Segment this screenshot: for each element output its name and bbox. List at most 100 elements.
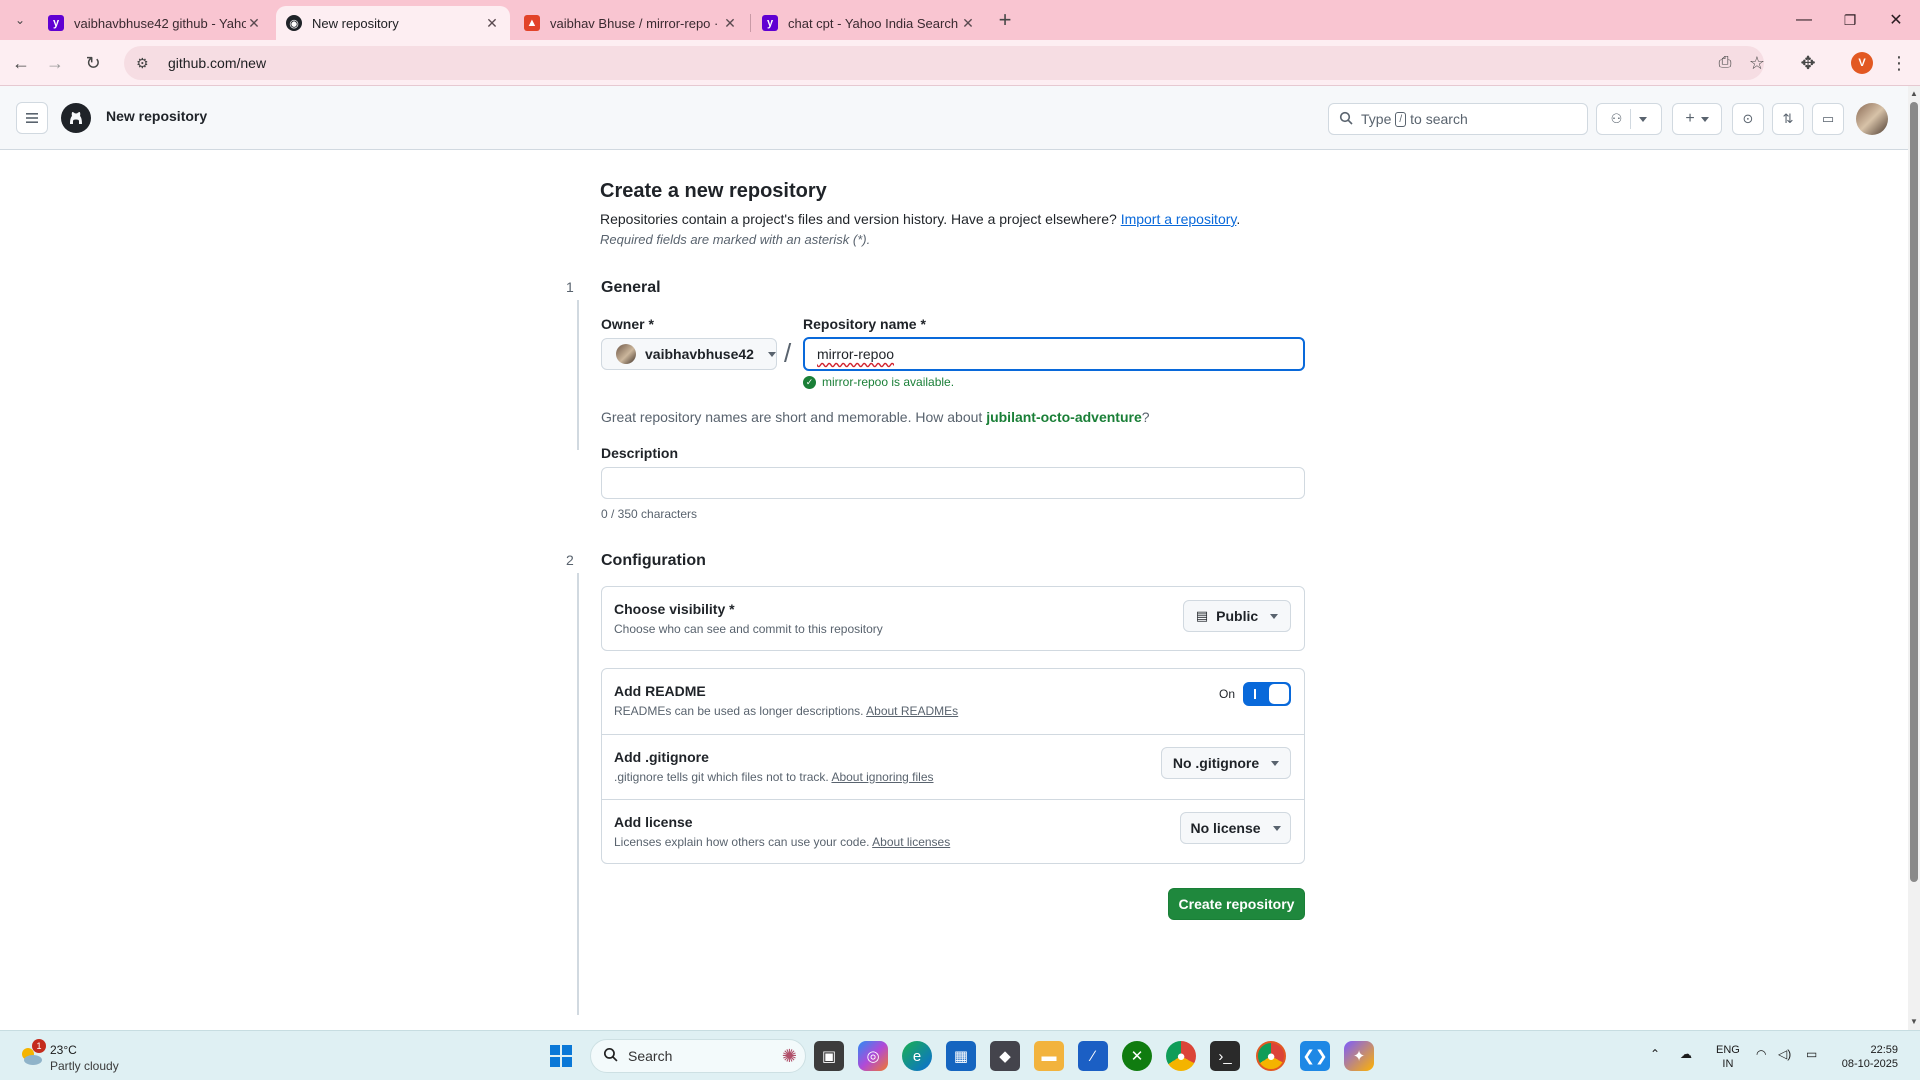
scroll-down-arrow-icon[interactable]: ▼ [1908,1016,1920,1028]
section-heading-configuration: Configuration [601,552,706,569]
taskbar-search[interactable]: Search ✺ [590,1039,806,1073]
page-subtitle: Repositories contain a project's files a… [600,211,1241,227]
clock-time: 22:59 [1870,1044,1898,1056]
about-ignoring-files-link[interactable]: About ignoring files [831,770,933,784]
unity-hub-icon[interactable]: ◆ [990,1041,1020,1071]
search-icon [603,1047,618,1065]
issues-icon[interactable]: ⊙ [1732,103,1764,135]
tab-new-repository[interactable]: ◉ New repository ✕ [276,6,510,40]
xbox-icon[interactable]: ✕ [1122,1041,1152,1071]
minimize-icon[interactable]: — [1781,0,1827,40]
owner-value: vaibhavbhuse42 [645,346,754,362]
hamburger-menu-icon[interactable] [16,102,48,134]
chrome-profile-icon[interactable]: ● [1256,1041,1286,1071]
window-close-icon[interactable]: ✕ [1873,0,1919,40]
terminal-icon[interactable]: ›_ [1210,1041,1240,1071]
restore-icon[interactable]: ❐ [1827,0,1873,40]
tab-title: vaibhav Bhuse / mirror-repo · G [550,15,722,31]
check-circle-icon: ✓ [803,375,816,389]
inbox-icon[interactable]: ▭ [1812,103,1844,135]
language-indicator[interactable]: ENG IN [1716,1043,1740,1071]
github-logo-icon[interactable] [60,102,92,134]
chrome-icon[interactable]: ● [1166,1041,1196,1071]
toggle-knob [1269,684,1289,704]
search-input[interactable]: Type / to search [1328,103,1588,135]
tab-gitlab-mirror[interactable]: ▲ vaibhav Bhuse / mirror-repo · G ✕ [514,6,748,40]
gitignore-desc: .gitignore tells git which files not to … [614,770,934,784]
license-desc: Licenses explain how others can use your… [614,835,950,849]
chevron-down-icon [1639,116,1648,122]
chevron-down-icon [767,351,776,357]
microsoft-store-icon[interactable]: ▦ [946,1041,976,1071]
about-licenses-link[interactable]: About licenses [872,835,950,849]
search-highlight-icon: ✺ [781,1045,797,1066]
description-label: Description [601,445,679,461]
system-clock[interactable]: 22:59 08-10-2025 [1836,1043,1898,1071]
repo-name-input[interactable]: mirror-repoo [803,337,1305,371]
readme-toggle[interactable] [1243,682,1291,706]
readme-desc: READMEs can be used as longer descriptio… [614,704,958,718]
license-select[interactable]: No license [1180,812,1291,844]
volume-icon[interactable]: ◁) [1778,1047,1791,1061]
tab-title: vaibhavbhuse42 github - Yahoo [74,15,246,31]
task-view-icon[interactable]: ▣ [814,1041,844,1071]
close-icon[interactable]: ✕ [722,15,738,32]
tab-yahoo-github[interactable]: y vaibhavbhuse42 github - Yahoo ✕ [38,6,272,40]
create-repository-button[interactable]: Create repository [1168,888,1305,920]
gitignore-select[interactable]: No .gitignore [1161,747,1291,779]
gemini-app-icon[interactable]: ✦ [1344,1041,1374,1071]
azure-studio-icon[interactable]: ∕ [1078,1041,1108,1071]
visibility-select[interactable]: ▤ Public [1183,600,1291,632]
browser-toolbar: ← → ↻ ⚙ github.com/new ⎙ ☆ ✥ V ⋮ [0,40,1920,86]
about-readmes-link[interactable]: About READMEs [866,704,958,718]
required-note: Required fields are marked with an aster… [600,232,871,247]
battery-icon[interactable]: ▭ [1806,1047,1817,1061]
tab-yahoo-chat[interactable]: y chat cpt - Yahoo India Search R ✕ [752,6,986,40]
pull-requests-icon[interactable]: ⇅ [1772,103,1804,135]
copilot-app-icon[interactable]: ◎ [858,1041,888,1071]
new-tab-plus-icon[interactable]: + [990,5,1020,35]
back-arrow-icon[interactable]: ← [6,48,36,78]
user-avatar[interactable] [1856,103,1888,135]
browser-profile-avatar[interactable]: V [1851,52,1873,74]
owner-select[interactable]: vaibhavbhuse42 [601,338,777,370]
yahoo-icon: y [48,15,64,31]
search-placeholder-prefix: Type [1361,111,1392,127]
page-context-title[interactable]: New repository [106,108,207,124]
license-value: No license [1190,820,1261,836]
tab-search-chevron-icon[interactable]: ⌄ [5,5,35,35]
browser-menu-icon[interactable]: ⋮ [1884,48,1914,78]
close-icon[interactable]: ✕ [246,15,262,32]
install-app-icon[interactable]: ⎙ [1710,48,1740,78]
onedrive-icon[interactable]: ☁ [1680,1047,1692,1061]
page-scrollbar[interactable]: ▲ ▼ [1908,86,1920,1030]
import-repository-link[interactable]: Import a repository [1121,211,1237,227]
reload-icon[interactable]: ↻ [78,48,108,78]
show-hidden-icons[interactable]: ⌃ [1650,1047,1660,1061]
availability-message: ✓ mirror-repoo is available. [803,375,954,389]
vscode-icon[interactable]: ❮❯ [1300,1041,1330,1071]
copilot-button[interactable]: ⚇ [1596,103,1662,135]
address-bar[interactable]: ⚙ github.com/new [124,46,1764,80]
extensions-puzzle-icon[interactable]: ✥ [1793,48,1823,78]
weather-widget[interactable]: 1 [18,1039,46,1067]
windows-start-icon[interactable] [546,1041,576,1071]
suggested-name-link[interactable]: jubilant-octo-adventure [986,409,1142,425]
step-number: 1 [566,279,574,295]
clock-date: 08-10-2025 [1841,1058,1898,1070]
visibility-title: Choose visibility * [614,601,735,617]
file-explorer-icon[interactable]: ▬ [1034,1041,1064,1071]
bookmark-star-icon[interactable]: ☆ [1742,48,1772,78]
create-new-button[interactable]: + [1672,103,1722,135]
close-icon[interactable]: ✕ [960,15,976,32]
scroll-up-arrow-icon[interactable]: ▲ [1908,88,1920,100]
wifi-icon[interactable]: ◠ [1756,1047,1766,1061]
step-connector [577,300,579,450]
close-icon[interactable]: ✕ [484,15,500,32]
scrollbar-thumb[interactable] [1910,102,1918,882]
edge-icon[interactable]: e [902,1041,932,1071]
description-input[interactable] [601,467,1305,499]
forward-arrow-icon[interactable]: → [40,48,70,78]
tab-title: chat cpt - Yahoo India Search R [788,15,960,31]
site-info-icon[interactable]: ⚙ [136,55,156,72]
